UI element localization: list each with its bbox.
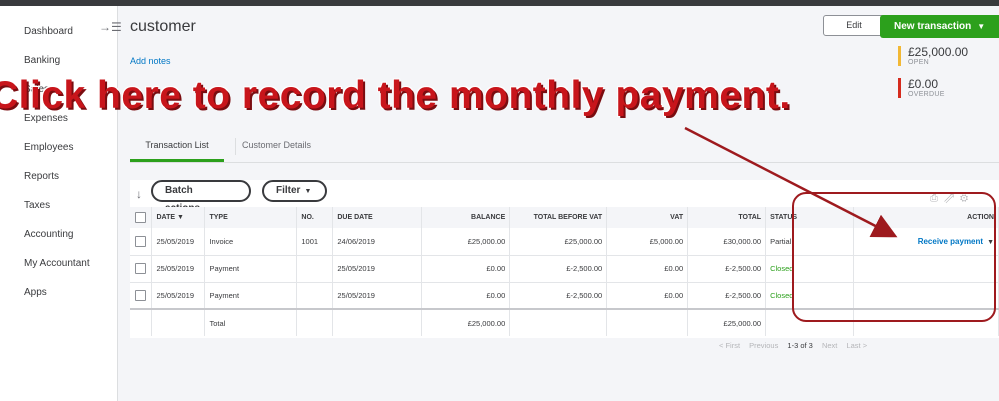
- sidebar-item-dashboard[interactable]: Dashboard: [24, 26, 90, 55]
- cell-total: £-2,500.00: [687, 282, 767, 310]
- filter-button[interactable]: Filter ▼: [262, 180, 327, 202]
- open-label: OPEN: [908, 59, 930, 66]
- total-empty-cell: [151, 308, 206, 336]
- col-total-before-vat[interactable]: TOTAL BEFORE VAT: [509, 207, 608, 228]
- sidebar-item-accounting[interactable]: Accounting: [24, 229, 90, 258]
- col-type[interactable]: TYPE: [204, 207, 298, 228]
- total-empty-cell: [130, 308, 153, 336]
- tab-bar: Transaction List Customer Details: [130, 134, 999, 163]
- cell-due-date: 25/05/2019: [332, 282, 423, 310]
- cell-type: Payment: [204, 255, 298, 283]
- annotation-callout: Click here to record the monthly payment…: [0, 74, 791, 117]
- batch-actions-button[interactable]: Batch actions▼: [151, 180, 251, 214]
- sidebar-item-taxes[interactable]: Taxes: [24, 200, 90, 229]
- sidebar-item-employees[interactable]: Employees: [24, 142, 90, 171]
- cell-no: [296, 282, 334, 310]
- cell-no: [296, 255, 334, 283]
- total-empty-cell: [509, 308, 608, 336]
- cell-due-date: 25/05/2019: [332, 255, 423, 283]
- row-checkbox[interactable]: [135, 235, 147, 247]
- col-date[interactable]: DATE ▼: [151, 207, 206, 228]
- tab-divider: [235, 138, 236, 155]
- cell-balance: £25,000.00: [421, 228, 511, 256]
- open-balance: £25,000.00 OPEN: [898, 46, 998, 66]
- total-empty-cell: [606, 308, 689, 336]
- caret-down-icon: ▼: [304, 188, 312, 195]
- cell-type: Payment: [204, 282, 298, 310]
- cell-due-date: 24/06/2019: [332, 228, 423, 256]
- col-due-date[interactable]: DUE DATE: [332, 207, 423, 228]
- sidebar-item-my-accountant[interactable]: My Accountant: [24, 258, 90, 287]
- cell-date: 25/05/2019: [151, 255, 206, 283]
- sidebar: →☰ Dashboard Banking Sales Expenses Empl…: [0, 6, 122, 401]
- cell-total-before-vat: £-2,500.00: [509, 282, 608, 310]
- total-empty-cell: [296, 308, 334, 336]
- row-checkbox[interactable]: [135, 289, 147, 301]
- filter-label: Filter: [276, 185, 301, 196]
- pager-next[interactable]: Next: [822, 341, 837, 350]
- cell-total-before-vat: £-2,500.00: [509, 255, 608, 283]
- cell-balance: £0.00: [421, 255, 511, 283]
- col-total[interactable]: TOTAL: [687, 207, 767, 228]
- cell-balance: £0.00: [421, 282, 511, 310]
- tab-transaction-list[interactable]: Transaction List: [130, 140, 224, 162]
- row-checkbox-cell[interactable]: [130, 255, 153, 283]
- sidebar-nav: Dashboard Banking Sales Expenses Employe…: [24, 26, 90, 316]
- row-checkbox-cell[interactable]: [130, 282, 153, 310]
- select-all-checkbox[interactable]: [135, 212, 147, 223]
- cell-total-before-vat: £25,000.00: [509, 228, 608, 256]
- overdue-balance: £0.00 OVERDUE: [898, 78, 998, 98]
- pager-last[interactable]: Last >: [846, 341, 867, 350]
- col-balance[interactable]: BALANCE: [421, 207, 511, 228]
- sidebar-item-reports[interactable]: Reports: [24, 171, 90, 200]
- sort-arrow-icon[interactable]: ↓: [136, 187, 142, 201]
- pagination: < First Previous 1-3 of 3 Next Last >: [719, 341, 874, 350]
- total-label: Total: [204, 308, 298, 336]
- cell-vat: £5,000.00: [606, 228, 689, 256]
- select-all-checkbox-cell[interactable]: [130, 207, 153, 228]
- new-transaction-button[interactable]: New transaction ▼: [880, 15, 999, 38]
- total-balance: £25,000.00: [421, 308, 511, 336]
- total-amount: £25,000.00: [687, 308, 767, 336]
- pager-first[interactable]: < First: [719, 341, 740, 350]
- cell-type: Invoice: [204, 228, 298, 256]
- add-notes-link[interactable]: Add notes: [130, 56, 171, 66]
- cell-date: 25/05/2019: [151, 228, 206, 256]
- col-no[interactable]: NO.: [296, 207, 334, 228]
- row-checkbox-cell[interactable]: [130, 228, 153, 256]
- edit-button[interactable]: Edit: [823, 15, 885, 36]
- page-title: customer: [130, 18, 196, 35]
- annotation-highlight-box: [792, 192, 996, 322]
- cell-total: £-2,500.00: [687, 255, 767, 283]
- sidebar-item-apps[interactable]: Apps: [24, 287, 90, 316]
- pager-previous[interactable]: Previous: [749, 341, 778, 350]
- overdue-amount: £0.00: [908, 77, 939, 91]
- caret-down-icon: ▼: [977, 22, 986, 31]
- tab-customer-details[interactable]: Customer Details: [242, 140, 311, 150]
- cell-vat: £0.00: [606, 282, 689, 310]
- pager-info: 1-3 of 3: [787, 341, 813, 350]
- new-transaction-label: New transaction: [894, 21, 972, 32]
- col-vat[interactable]: VAT: [606, 207, 689, 228]
- cell-no: 1001: [296, 228, 334, 256]
- cell-total: £30,000.00: [687, 228, 767, 256]
- total-empty-cell: [332, 308, 423, 336]
- row-checkbox[interactable]: [135, 263, 147, 274]
- overdue-label: OVERDUE: [908, 91, 945, 98]
- open-amount: £25,000.00: [908, 45, 969, 59]
- cell-vat: £0.00: [606, 255, 689, 283]
- cell-date: 25/05/2019: [151, 282, 206, 310]
